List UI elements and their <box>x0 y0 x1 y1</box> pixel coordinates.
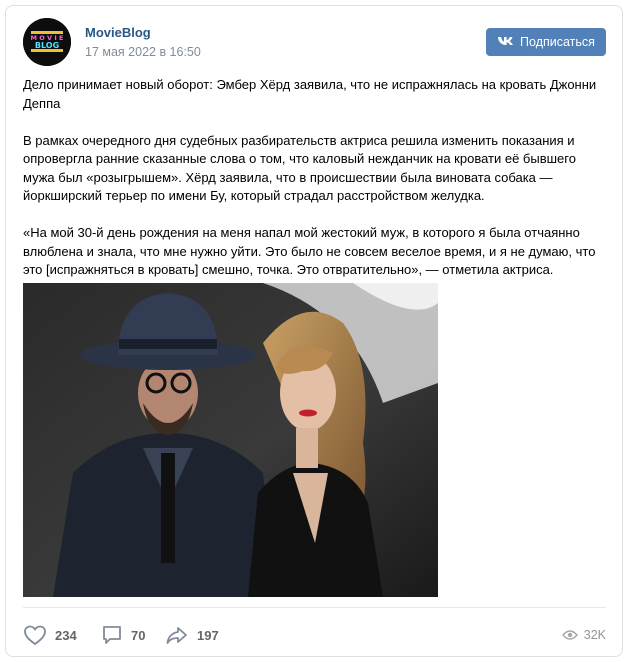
like-count: 234 <box>55 627 77 643</box>
share-button[interactable]: 197 <box>165 624 219 646</box>
post-card: M O V I E BLOG MovieBlog 17 мая 2022 в 1… <box>5 5 623 657</box>
post-text: Дело принимает новый оборот: Эмбер Хёрд … <box>23 76 603 298</box>
movieblog-logo-icon: M O V I E BLOG <box>23 18 71 66</box>
post-header: M O V I E BLOG MovieBlog 17 мая 2022 в 1… <box>23 18 606 68</box>
divider <box>23 607 606 608</box>
comment-button[interactable]: 70 <box>101 624 145 646</box>
photo-illustration <box>23 283 438 597</box>
comment-count: 70 <box>131 627 146 643</box>
vk-logo-icon <box>497 35 514 49</box>
post-headline: Дело принимает новый оборот: Эмбер Хёрд … <box>23 77 597 111</box>
post-actions: 234 70 197 32K <box>23 618 606 654</box>
svg-text:BLOG: BLOG <box>35 41 59 50</box>
author-name[interactable]: MovieBlog <box>85 25 151 40</box>
share-icon <box>166 627 187 644</box>
share-count: 197 <box>197 627 219 643</box>
eye-icon <box>561 630 578 640</box>
post-photo[interactable] <box>23 283 438 597</box>
views-count: 32K <box>583 628 606 642</box>
avatar[interactable]: M O V I E BLOG <box>23 18 71 66</box>
post-quote: «На мой 30-й день рождения на меня напал… <box>23 225 596 277</box>
comment-icon <box>103 626 121 644</box>
post-paragraph: В рамках очередного дня судебных разбира… <box>23 132 576 204</box>
like-button[interactable]: 234 <box>23 624 77 646</box>
views-counter: 32K <box>561 628 606 642</box>
heart-icon <box>24 625 46 646</box>
post-date[interactable]: 17 мая 2022 в 16:50 <box>85 45 201 59</box>
subscribe-button[interactable]: Подписаться <box>486 28 606 56</box>
subscribe-label: Подписаться <box>520 35 595 49</box>
